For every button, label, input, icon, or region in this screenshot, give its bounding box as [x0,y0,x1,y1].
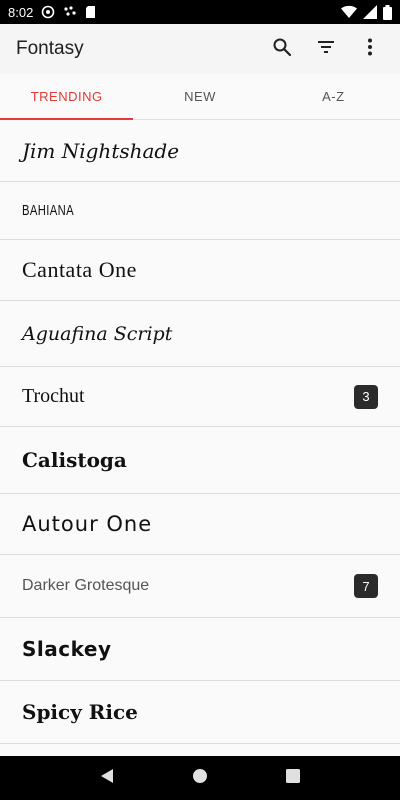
recents-button[interactable] [273,758,313,798]
at-sign-icon [41,5,55,19]
font-name: Spicy Rice [22,700,138,724]
search-button[interactable] [260,27,304,71]
signal-icon [363,5,377,19]
status-time: 8:02 [8,4,34,20]
filter-button[interactable] [304,27,348,71]
dots-icon [63,5,77,19]
update-count-badge: 7 [354,574,378,598]
font-list-item[interactable]: Slackey [0,618,400,681]
recents-icon [286,768,301,788]
tab-bar: TRENDING NEW A-Z [0,74,400,120]
font-list-item[interactable]: Autour One [0,494,400,555]
font-list-item[interactable]: Aguafina Script [0,301,400,367]
font-name: Jim Nightshade [22,138,180,163]
font-list-item[interactable]: Trochut 3 [0,367,400,427]
home-icon [192,768,208,789]
font-name: BAHIANA [22,202,75,219]
font-list-item[interactable]: Spicy Rice [0,681,400,744]
status-bar: 8:02 [0,0,400,24]
system-nav-bar [0,756,400,800]
battery-icon [383,4,392,20]
home-button[interactable] [180,758,220,798]
font-name: Autour One [22,512,153,536]
font-list-item[interactable]: Calistoga [0,427,400,494]
font-name: Calistoga [22,448,127,472]
font-name: Trochut [22,385,85,407]
font-list-item[interactable]: Cantata One [0,240,400,301]
font-list-item[interactable]: Jim Nightshade [0,120,400,182]
sd-card-icon [85,5,96,19]
font-name: Slackey [22,637,112,661]
back-button[interactable] [87,758,127,798]
filter-icon [316,37,336,62]
tab-trending[interactable]: TRENDING [0,74,134,120]
search-icon [272,37,292,62]
app-title: Fontasy [16,38,84,59]
update-count-badge: 3 [354,384,378,409]
font-name: Cantata One [22,257,137,282]
font-name: Aguafina Script [22,322,173,345]
font-list: Jim Nightshade BAHIANA Cantata One Aguaf… [0,120,400,744]
font-list-item[interactable]: Darker Grotesque 7 [0,555,400,618]
more-options-button[interactable] [348,27,392,71]
back-icon [100,768,114,789]
app-bar: Fontasy [0,24,400,74]
wifi-icon [341,5,357,19]
more-vert-icon [367,37,373,62]
tab-a-z[interactable]: A-Z [267,74,400,119]
tab-new[interactable]: NEW [133,74,266,119]
font-list-item[interactable]: BAHIANA [0,182,400,240]
font-name: Darker Grotesque [22,577,150,594]
